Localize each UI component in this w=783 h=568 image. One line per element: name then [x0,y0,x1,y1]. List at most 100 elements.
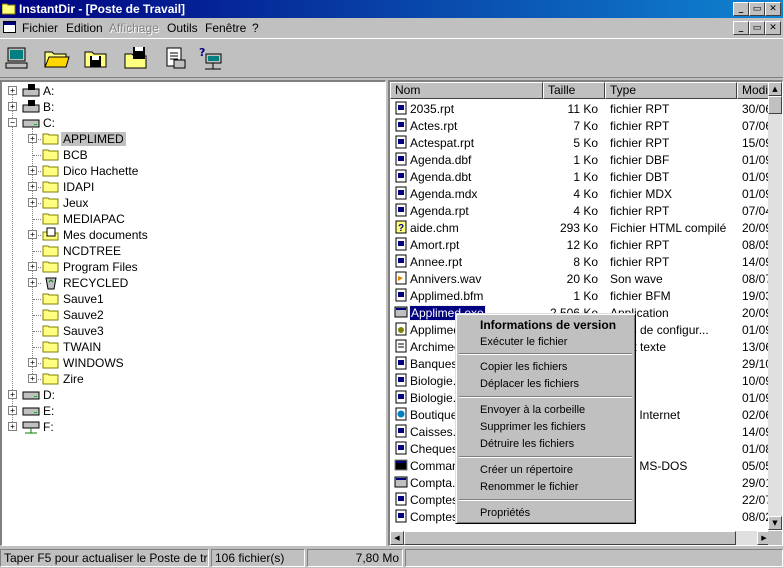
horizontal-scrollbar[interactable]: ◀ ▶ [390,531,771,545]
tree-item-folder[interactable]: + Zire [2,371,382,387]
horizontal-scroll-thumb[interactable] [404,531,736,545]
tree-item-drive-a[interactable]: + A: [2,83,382,99]
column-header-size[interactable]: Taille [543,82,605,99]
restore-button[interactable]: ▭ [749,2,765,16]
tree-item-folder[interactable]: MEDIAPAC [2,211,382,227]
tree-item-folder[interactable]: + APPLIMED [2,131,382,147]
tree-item-drive-c[interactable]: − C: [2,115,382,131]
computer-button[interactable] [3,44,31,72]
file-row[interactable]: 2035.rpt 11 Ko fichier RPT 30/06/ [390,100,780,117]
expand-toggle[interactable]: + [28,166,37,175]
tree-item-drive-f[interactable]: + F: [2,419,382,435]
expand-toggle[interactable]: + [8,390,17,399]
menu-item-proprietes[interactable]: Propriétés [480,507,530,519]
collapse-toggle[interactable]: − [8,118,17,127]
expand-toggle[interactable]: + [28,278,37,287]
file-row[interactable]: Agenda.mdx 4 Ko fichier MDX 01/09/ [390,185,780,202]
file-type: Fichier HTML compilé [610,221,727,235]
tree-line [33,251,41,252]
file-row[interactable]: Agenda.dbf 1 Ko fichier DBF 01/09/ [390,151,780,168]
tree-item-drive-b[interactable]: + B: [2,99,382,115]
menu-edition[interactable]: Edition [66,21,103,35]
menu-item-executer[interactable]: Exécuter le fichier [480,336,567,348]
properties-button[interactable] [161,44,189,72]
menu-item-informations-version[interactable]: Informations de version [480,318,616,332]
menu-item-creer-repertoire[interactable]: Créer un répertoire [480,464,573,476]
tree-item-folder[interactable]: + Jeux [2,195,382,211]
expand-toggle[interactable]: + [28,262,37,271]
scroll-down-button[interactable]: ▼ [768,516,782,530]
expand-toggle[interactable]: + [8,422,17,431]
tree-item-folder[interactable]: + Dico Hachette [2,163,382,179]
tree-item-folder[interactable]: NCDTREE [2,243,382,259]
tree-item-folder[interactable]: TWAIN [2,339,382,355]
save-folder-button[interactable] [122,44,150,72]
menu-fichier[interactable]: Fichier [22,21,58,35]
menu-item-supprimer[interactable]: Supprimer les fichiers [480,421,586,433]
vertical-scrollbar[interactable]: ▲ ▼ [768,82,782,530]
menu-help[interactable]: ? [252,21,259,35]
file-row[interactable]: Annivers.wav 20 Ko Son wave 08/07/ [390,270,780,287]
file-row[interactable]: Actespat.rpt 5 Ko fichier RPT 15/09/ [390,134,780,151]
file-row[interactable]: Agenda.rpt 4 Ko fichier RPT 07/04/ [390,202,780,219]
child-restore-button[interactable]: ▭ [749,21,765,35]
close-button[interactable]: ✕ [765,2,781,16]
expand-toggle[interactable]: + [28,230,37,239]
expand-toggle[interactable]: + [28,134,37,143]
application-icon [394,306,408,318]
child-minimize-button[interactable]: _ [733,21,749,35]
minimize-button[interactable]: _ [733,2,749,16]
tree-item-folder[interactable]: + Mes documents [2,227,382,243]
menu-fenetre[interactable]: Fenêtre [205,21,246,35]
tree-item-folder[interactable]: + WINDOWS [2,355,382,371]
tree-item-folder[interactable]: + RECYCLED [2,275,382,291]
expand-toggle[interactable]: + [28,198,37,207]
tree-item-label: Mes documents [63,228,148,242]
file-row[interactable]: Actes.rpt 7 Ko fichier RPT 07/06/ [390,117,780,134]
scroll-up-button[interactable]: ▲ [768,82,782,96]
expand-toggle[interactable]: + [28,182,37,191]
tree-item-folder[interactable]: + Program Files [2,259,382,275]
help-network-button[interactable]: ? [197,44,225,72]
title-bar[interactable]: InstantDir - [Poste de Travail] _ ▭ ✕ [0,0,783,18]
tree-item-folder[interactable]: Sauve2 [2,307,382,323]
folder-tree-pane[interactable]: + A: + B: − C: + APPLIMED BCB + Dico Hachett… [0,80,386,546]
file-row[interactable]: Annee.rpt 8 Ko fichier RPT 14/09/ [390,253,780,270]
menu-item-copier[interactable]: Copier les fichiers [480,361,567,373]
folder-icon [42,133,59,145]
file-row[interactable]: ? aide.chm 293 Ko Fichier HTML compilé 20/09… [390,219,780,236]
expand-toggle[interactable]: + [28,358,37,367]
file-row[interactable]: Amort.rpt 12 Ko fichier RPT 08/05/ [390,236,780,253]
document-icon [395,492,407,506]
menu-affichage[interactable]: Affichage [109,21,159,35]
tree-item-folder[interactable]: Sauve1 [2,291,382,307]
tree-item-folder[interactable]: + IDAPI [2,179,382,195]
vertical-scroll-thumb[interactable] [768,96,782,114]
hard-drive-icon [22,407,40,416]
tree-item-drive-d[interactable]: + D: [2,387,382,403]
column-header-name[interactable]: Nom [390,82,543,99]
tree-item-label: Sauve1 [63,292,104,306]
save-disk-button[interactable] [82,44,110,72]
expand-toggle[interactable]: + [8,102,17,111]
expand-toggle[interactable]: + [8,406,17,415]
child-close-button[interactable]: ✕ [765,21,781,35]
expand-toggle[interactable]: + [28,374,37,383]
document-window-icon[interactable] [3,21,16,33]
scroll-left-button[interactable]: ◀ [390,531,404,545]
file-row[interactable]: Applimed.bfm 1 Ko fichier BFM 19/03/ [390,287,780,304]
open-folder-button[interactable] [42,44,70,72]
menu-outils[interactable]: Outils [167,21,198,35]
tree-item-folder[interactable]: BCB [2,147,382,163]
column-header-type[interactable]: Type [605,82,737,99]
tree-item-drive-e[interactable]: + E: [2,403,382,419]
save-folder-icon [124,47,147,69]
tree-item-folder[interactable]: Sauve3 [2,323,382,339]
config-file-icon [395,322,407,336]
menu-item-detruire[interactable]: Détruire les fichiers [480,438,574,450]
expand-toggle[interactable]: + [8,86,17,95]
menu-item-renommer[interactable]: Renommer le fichier [480,481,578,493]
menu-item-envoyer-corbeille[interactable]: Envoyer à la corbeille [480,404,585,416]
menu-item-deplacer[interactable]: Déplacer les fichiers [480,378,579,390]
file-row[interactable]: Agenda.dbt 1 Ko fichier DBT 01/09/ [390,168,780,185]
